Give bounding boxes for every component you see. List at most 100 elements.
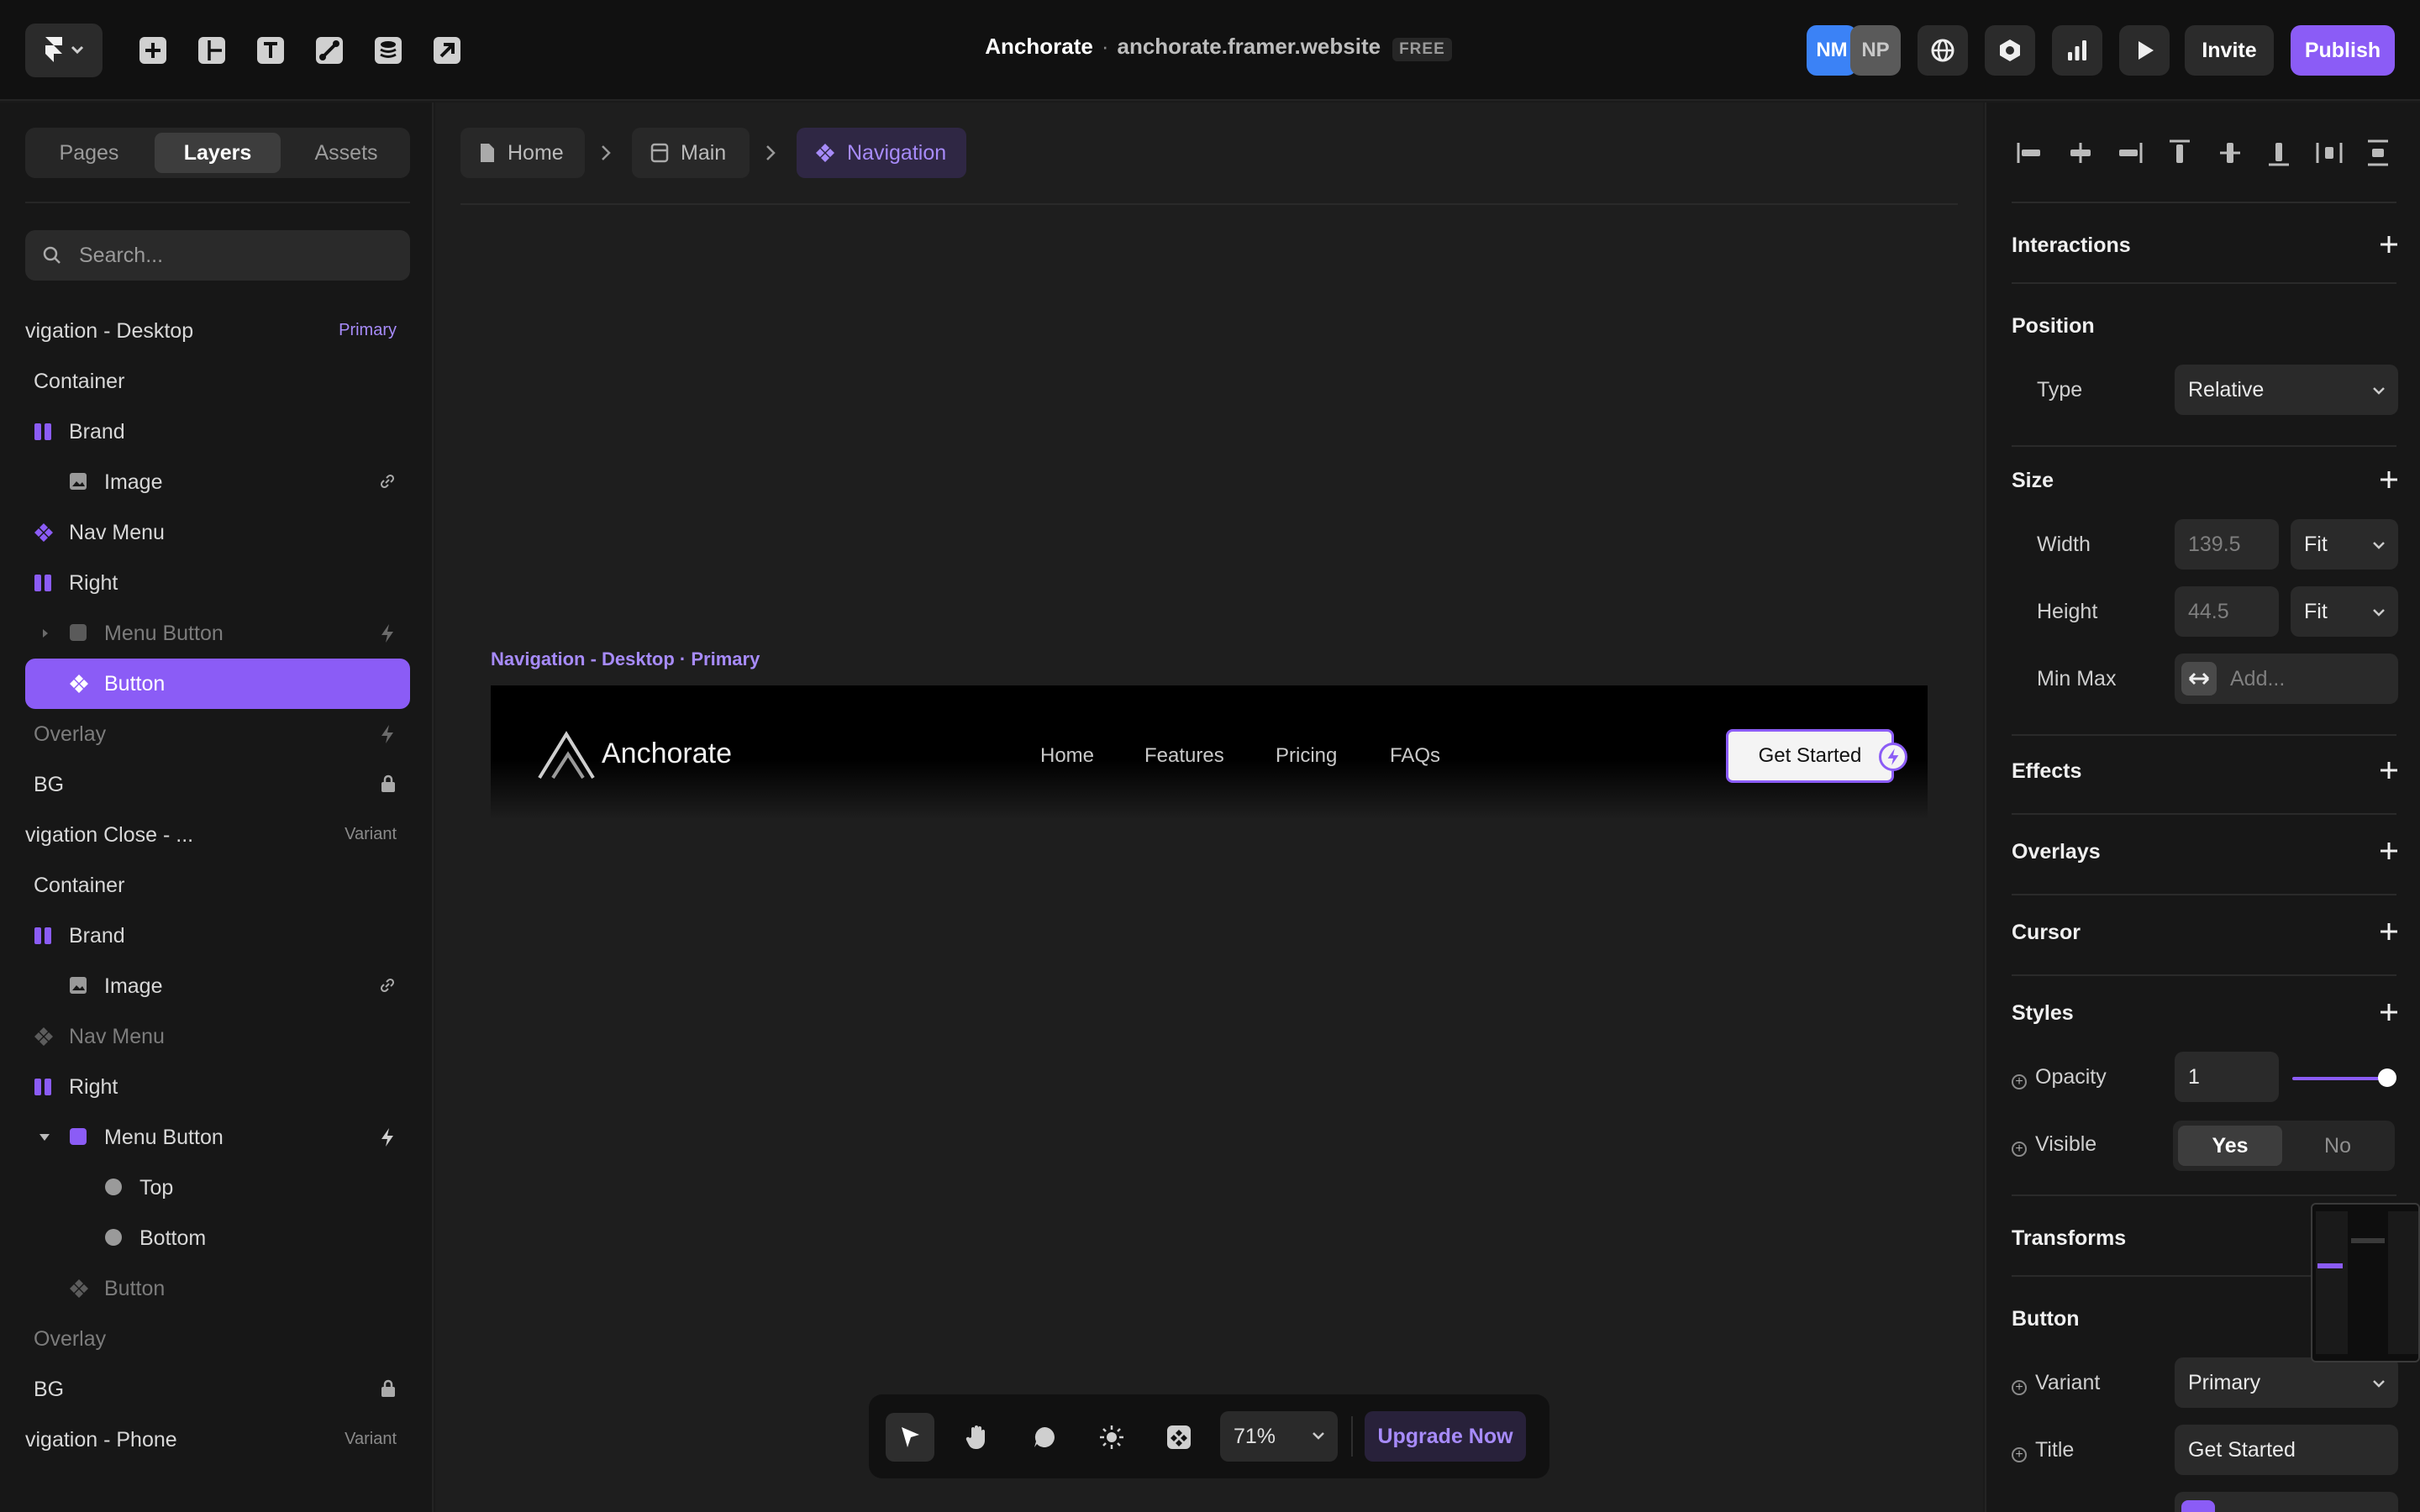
plugins-icon[interactable] [1985,25,2035,76]
tab-pages[interactable]: Pages [30,133,148,173]
distribute-horizontal-icon[interactable] [2312,136,2346,170]
layer-search[interactable] [25,230,410,281]
minimap-thumbnail[interactable] [2311,1203,2420,1362]
layer-row[interactable]: BG [25,759,410,810]
layer-row[interactable]: Brand [25,911,410,961]
layer-row[interactable]: vigation - Phone Variant [25,1415,410,1465]
publish-button[interactable]: Publish [2291,25,2395,76]
align-center-h-icon[interactable] [2064,136,2097,170]
add-variable-icon[interactable]: + [2012,1074,2027,1089]
opacity-slider[interactable] [2292,1077,2385,1080]
plus-icon[interactable] [2376,1000,2402,1025]
hand-tool[interactable] [953,1413,1002,1462]
cms-icon[interactable] [368,30,408,71]
align-left-icon[interactable] [2013,136,2047,170]
opacity-slider-handle[interactable] [2378,1068,2396,1087]
minmax-field[interactable]: Add... [2175,654,2398,704]
width-mode-select[interactable]: Fit [2291,519,2398,570]
layer-row[interactable]: Container [25,860,410,911]
chevron-down-icon[interactable] [39,1132,50,1142]
align-top-icon[interactable] [2163,136,2196,170]
visible-no-option[interactable]: No [2286,1126,2390,1166]
layer-row[interactable]: Right [25,558,410,608]
layer-row[interactable]: vigation Close - ... Variant [25,810,410,860]
distribute-vertical-icon[interactable] [2361,136,2395,170]
search-input[interactable] [79,239,398,272]
vector-icon[interactable] [309,30,350,71]
framer-menu-button[interactable] [25,24,103,77]
breadcrumb-navigation[interactable]: Navigation [797,128,966,178]
canvas[interactable]: Home Main Navigation Navigation - Deskto… [435,102,1983,1512]
avatar[interactable]: NP [1850,25,1901,76]
theme-tool[interactable] [1087,1413,1136,1462]
plus-icon[interactable] [2376,919,2402,944]
layer-row[interactable]: Brand [25,407,410,457]
add-variable-icon[interactable]: + [2012,1380,2027,1395]
layer-row[interactable]: BG [25,1364,410,1415]
link-icon[interactable] [378,976,397,995]
breadcrumb-home[interactable]: Home [460,128,585,178]
add-variable-icon[interactable]: + [2012,1142,2027,1157]
site-get-started-button[interactable]: Get Started [1726,729,1894,783]
link-out-icon[interactable] [427,30,467,71]
link-field[interactable] [2175,1492,2398,1512]
height-input[interactable]: 44.5 [2175,586,2279,637]
layer-row[interactable]: Overlay [25,1314,410,1364]
lock-icon[interactable] [380,1379,397,1398]
position-type-select[interactable]: Relative [2175,365,2398,415]
site-nav-faqs[interactable]: FAQs [1390,744,1440,768]
globe-icon[interactable] [1918,25,1968,76]
plus-icon[interactable] [2376,758,2402,783]
link-icon[interactable] [378,472,397,491]
components-tool[interactable] [1155,1413,1203,1462]
layer-row[interactable]: vigation - Desktop Primary [25,306,410,356]
text-icon[interactable] [250,30,291,71]
layer-row[interactable]: Menu Button [25,1112,410,1163]
width-input[interactable]: 139.5 [2175,519,2279,570]
avatar[interactable]: NM [1807,25,1857,76]
preview-play-icon[interactable] [2119,25,2170,76]
layer-row[interactable]: Container [25,356,410,407]
layout-icon[interactable] [192,30,232,71]
button-title-input[interactable]: Get Started [2175,1425,2398,1475]
site-nav-pricing[interactable]: Pricing [1276,744,1337,768]
layer-row[interactable]: Nav Menu [25,1011,410,1062]
site-nav-home[interactable]: Home [1040,744,1094,768]
plus-icon[interactable] [2376,232,2402,257]
align-right-icon[interactable] [2112,136,2146,170]
select-tool[interactable] [886,1413,934,1462]
chevron-right-icon[interactable] [40,628,50,638]
upgrade-button[interactable]: Upgrade Now [1365,1411,1526,1462]
align-center-v-icon[interactable] [2213,136,2247,170]
layer-row[interactable]: Overlay [25,709,410,759]
layer-row[interactable]: Bottom [25,1213,410,1263]
plus-icon[interactable] [2376,838,2402,864]
height-mode-select[interactable]: Fit [2291,586,2398,637]
invite-button[interactable]: Invite [2185,25,2274,76]
frame-label[interactable]: Navigation - Desktop · Primary [491,648,760,670]
layer-row[interactable]: Image [25,457,410,507]
plus-icon[interactable] [2376,467,2402,492]
tab-layers[interactable]: Layers [155,133,281,173]
site-nav-features[interactable]: Features [1144,744,1224,768]
lock-icon[interactable] [380,774,397,793]
variant-select[interactable]: Primary [2175,1357,2398,1408]
layer-row[interactable]: Button [25,1263,410,1314]
add-variable-icon[interactable]: + [2012,1447,2027,1462]
layer-row[interactable]: Top [25,1163,410,1213]
zoom-select[interactable]: 71% [1220,1411,1338,1462]
breadcrumb-main[interactable]: Main [632,128,750,178]
visible-yes-option[interactable]: Yes [2178,1126,2282,1166]
project-title[interactable]: Anchorate · anchorate.framer.website FREE [924,34,1512,61]
comment-tool[interactable] [1020,1413,1069,1462]
layer-row[interactable]: Nav Menu [25,507,410,558]
layer-row-selected[interactable]: Button [25,659,410,709]
layer-row[interactable]: Image [25,961,410,1011]
layer-row[interactable]: Right [25,1062,410,1112]
tab-assets[interactable]: Assets [287,133,405,173]
analytics-icon[interactable] [2052,25,2102,76]
opacity-input[interactable]: 1 [2175,1052,2279,1102]
navigation-frame[interactable]: Anchorate Home Features Pricing FAQs Get… [491,685,1928,820]
insert-icon[interactable] [133,30,173,71]
interaction-handle[interactable] [1879,743,1907,771]
